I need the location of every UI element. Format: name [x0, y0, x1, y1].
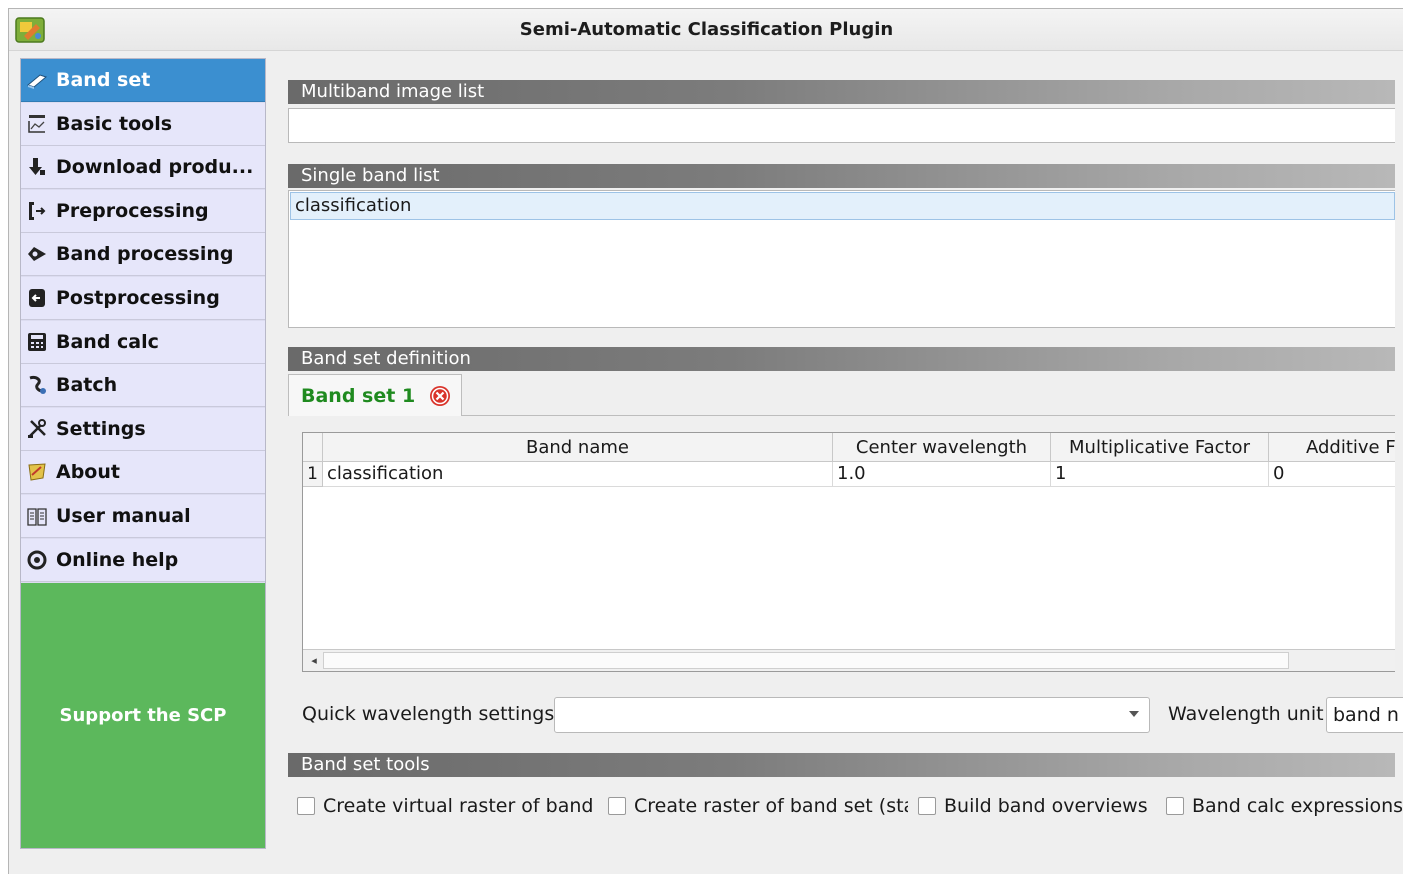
postprocessing-icon: [29, 289, 45, 307]
build-band-overviews-checkbox[interactable]: [918, 797, 936, 815]
sidebar-item-label: Preprocessing: [56, 199, 209, 222]
column-header-additive-factor[interactable]: Additive F: [1269, 433, 1395, 462]
sidebar-item-about[interactable]: About: [21, 451, 265, 495]
scroll-left-arrow-icon[interactable]: ◂: [307, 654, 321, 668]
band-calc-expressions-checkbox[interactable]: [1166, 797, 1184, 815]
sidebar-item-band-processing[interactable]: Band processing: [21, 233, 265, 277]
create-raster-band-set-checkbox[interactable]: [608, 797, 626, 815]
wavelength-unit-select[interactable]: band n: [1326, 697, 1403, 733]
table-corner: [303, 433, 323, 462]
preprocessing-icon: [29, 201, 46, 220]
create-virtual-raster-label: Create virtual raster of band: [323, 795, 594, 817]
quick-wavelength-label: Quick wavelength settings: [302, 703, 555, 725]
build-band-overviews-label: Build band overviews: [944, 795, 1148, 817]
column-header-band-name[interactable]: Band name: [323, 433, 833, 462]
band-calc-expressions-label: Band calc expressions: [1192, 795, 1403, 817]
single-band-list-header: Single band list: [288, 164, 1395, 188]
create-virtual-raster-checkbox[interactable]: [297, 797, 315, 815]
table-cell[interactable]: 1: [1051, 462, 1269, 487]
online-help-icon: [27, 550, 47, 570]
sidebar-item-basic-tools[interactable]: Basic tools: [21, 102, 265, 146]
about-icon: [28, 463, 46, 481]
column-header-multiplicative-factor[interactable]: Multiplicative Factor: [1051, 433, 1269, 462]
band-set-tabbar: Band set 1: [288, 374, 1395, 417]
user-manual-icon: [27, 508, 47, 526]
sidebar-item-label: Band processing: [56, 243, 234, 266]
calculator-icon: [28, 332, 46, 351]
sidebar: Band set Basic tools Download produ... P…: [20, 58, 266, 849]
sidebar-item-label: Postprocessing: [56, 287, 220, 309]
create-raster-band-set-label: Create raster of band set (sta: [634, 795, 908, 817]
sidebar-item-user-manual[interactable]: User manual: [21, 495, 265, 538]
sidebar-item-preprocessing[interactable]: Preprocessing: [21, 189, 265, 233]
tab-label: Band set 1: [301, 384, 416, 407]
sidebar-item-label: Basic tools: [56, 112, 173, 135]
close-icon[interactable]: [429, 385, 451, 407]
sidebar-item-download[interactable]: Download produ...: [21, 146, 265, 190]
support-scp-label: Support the SCP: [59, 705, 227, 726]
tab-band-set-1[interactable]: Band set 1: [288, 374, 462, 416]
row-header[interactable]: 1: [303, 462, 323, 487]
band-set-icon: [26, 74, 48, 89]
sidebar-item-settings[interactable]: Settings: [21, 407, 265, 451]
band-set-definition-header: Band set definition: [288, 347, 1395, 371]
sidebar-item-online-help[interactable]: Online help: [21, 538, 265, 582]
quick-wavelength-select[interactable]: [554, 697, 1150, 733]
settings-icon: [28, 418, 46, 438]
table-cell[interactable]: 0: [1269, 462, 1395, 487]
window-title: Semi-Automatic Classification Plugin: [519, 19, 894, 40]
wavelength-unit-label: Wavelength unit: [1168, 703, 1324, 725]
sidebar-item-label: About: [56, 461, 120, 484]
single-band-list[interactable]: classification: [288, 190, 1395, 328]
sidebar-item-label: Batch: [56, 374, 118, 397]
sidebar-item-label: Settings: [56, 417, 146, 440]
chevron-down-icon: [1129, 711, 1139, 717]
table-cell[interactable]: 1.0: [833, 462, 1051, 487]
download-icon: [29, 158, 45, 176]
band-set-table[interactable]: Band name Center wavelength Multiplicati…: [302, 432, 1395, 672]
column-header-center-wavelength[interactable]: Center wavelength: [833, 433, 1051, 462]
multiband-image-list-header: Multiband image list: [288, 80, 1395, 104]
multiband-image-list-field[interactable]: [288, 108, 1395, 143]
sidebar-item-batch[interactable]: Batch: [21, 364, 265, 408]
sidebar-item-label: Band calc: [56, 330, 159, 353]
title-bar: Semi-Automatic Classification Plugin: [9, 9, 1403, 51]
batch-icon: [29, 376, 46, 395]
sidebar-item-postprocessing[interactable]: Postprocessing: [21, 277, 265, 320]
sidebar-item-label: Band set: [56, 69, 151, 91]
band-set-tools-header: Band set tools: [288, 753, 1395, 777]
tab-divider: [462, 415, 1395, 416]
sidebar-item-label: Online help: [56, 548, 179, 571]
band-processing-icon: [28, 247, 46, 262]
sidebar-item-band-set[interactable]: Band set: [21, 59, 265, 102]
sidebar-item-label: Download produ...: [56, 156, 254, 179]
scrollbar-handle[interactable]: [323, 652, 1289, 669]
support-scp-button[interactable]: Support the SCP: [21, 583, 265, 848]
table-cell[interactable]: classification: [323, 462, 833, 487]
list-item[interactable]: classification: [290, 192, 1395, 220]
basic-tools-icon: [28, 114, 45, 133]
sidebar-item-band-calc[interactable]: Band calc: [21, 320, 265, 364]
horizontal-scrollbar[interactable]: ◂: [303, 649, 1395, 671]
sidebar-item-label: User manual: [56, 505, 191, 527]
